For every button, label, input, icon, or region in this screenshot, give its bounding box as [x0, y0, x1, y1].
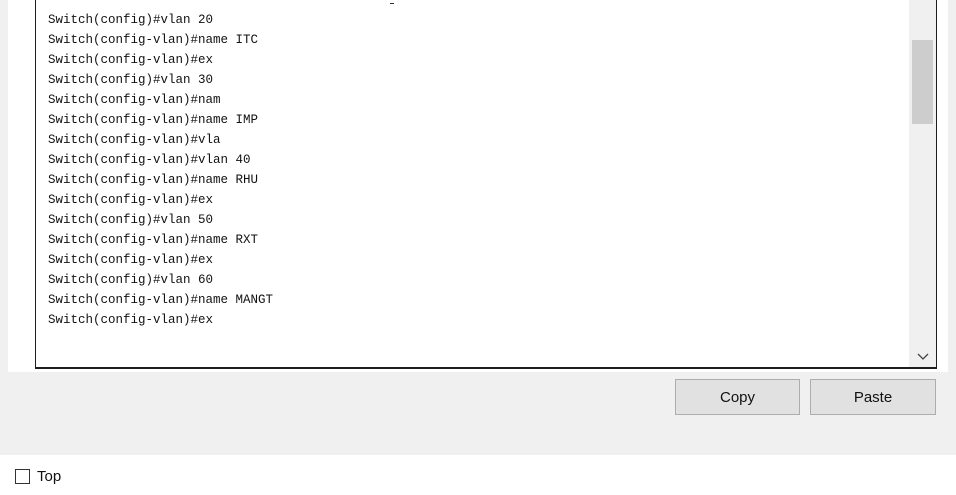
scroll-down-button[interactable]: [909, 347, 936, 367]
options-bar: [0, 455, 956, 495]
console-line: Switch(config)#vlan 20: [48, 13, 214, 27]
console-line: Switch(config-vlan)#ex: [48, 313, 214, 327]
console-line: Switch(config-vlan)#name RXT: [48, 233, 259, 247]
panel-left-margin: [0, 0, 8, 455]
console-line: Switch(config-vlan)#name RHU: [48, 173, 259, 187]
button-area: [8, 372, 948, 455]
console-line: Switch(config-vlan)#ex: [48, 193, 214, 207]
console-line: Switch(config-vlan)#vla: [48, 133, 221, 147]
console-line: Switch(config-vlan)#ex: [48, 253, 214, 267]
console-line: Switch(config-vlan)#name MANGT: [48, 293, 274, 307]
panel-right-margin: [948, 0, 956, 455]
console-output: Switch(config)#vlan 20 Switch(config-vla…: [48, 10, 273, 330]
console-line: Switch(config-vlan)#nam: [48, 93, 221, 107]
cli-console[interactable]: Switch(config)#vlan 20 Switch(config-vla…: [35, 0, 937, 369]
top-option[interactable]: Top: [15, 466, 61, 486]
scrollbar-thumb[interactable]: [912, 40, 933, 124]
console-line: Switch(config)#vlan 30: [48, 73, 214, 87]
console-line: Switch(config)#vlan 50: [48, 213, 214, 227]
vertical-scrollbar[interactable]: [909, 0, 936, 367]
clipped-previous-line: [390, 3, 394, 4]
copy-button[interactable]: Copy: [675, 379, 800, 415]
console-line: Switch(config-vlan)#name IMP: [48, 113, 259, 127]
chevron-down-icon: [917, 348, 929, 366]
console-line: Switch(config-vlan)#ex: [48, 53, 214, 67]
paste-button[interactable]: Paste: [810, 379, 936, 415]
console-line: Switch(config-vlan)#name ITC: [48, 33, 259, 47]
top-checkbox[interactable]: [15, 468, 30, 484]
cli-panel: Switch(config)#vlan 20 Switch(config-vla…: [0, 0, 956, 495]
console-line: Switch(config-vlan)#vlan 40: [48, 153, 251, 167]
top-label: Top: [37, 467, 62, 485]
console-line: Switch(config)#vlan 60: [48, 273, 214, 287]
